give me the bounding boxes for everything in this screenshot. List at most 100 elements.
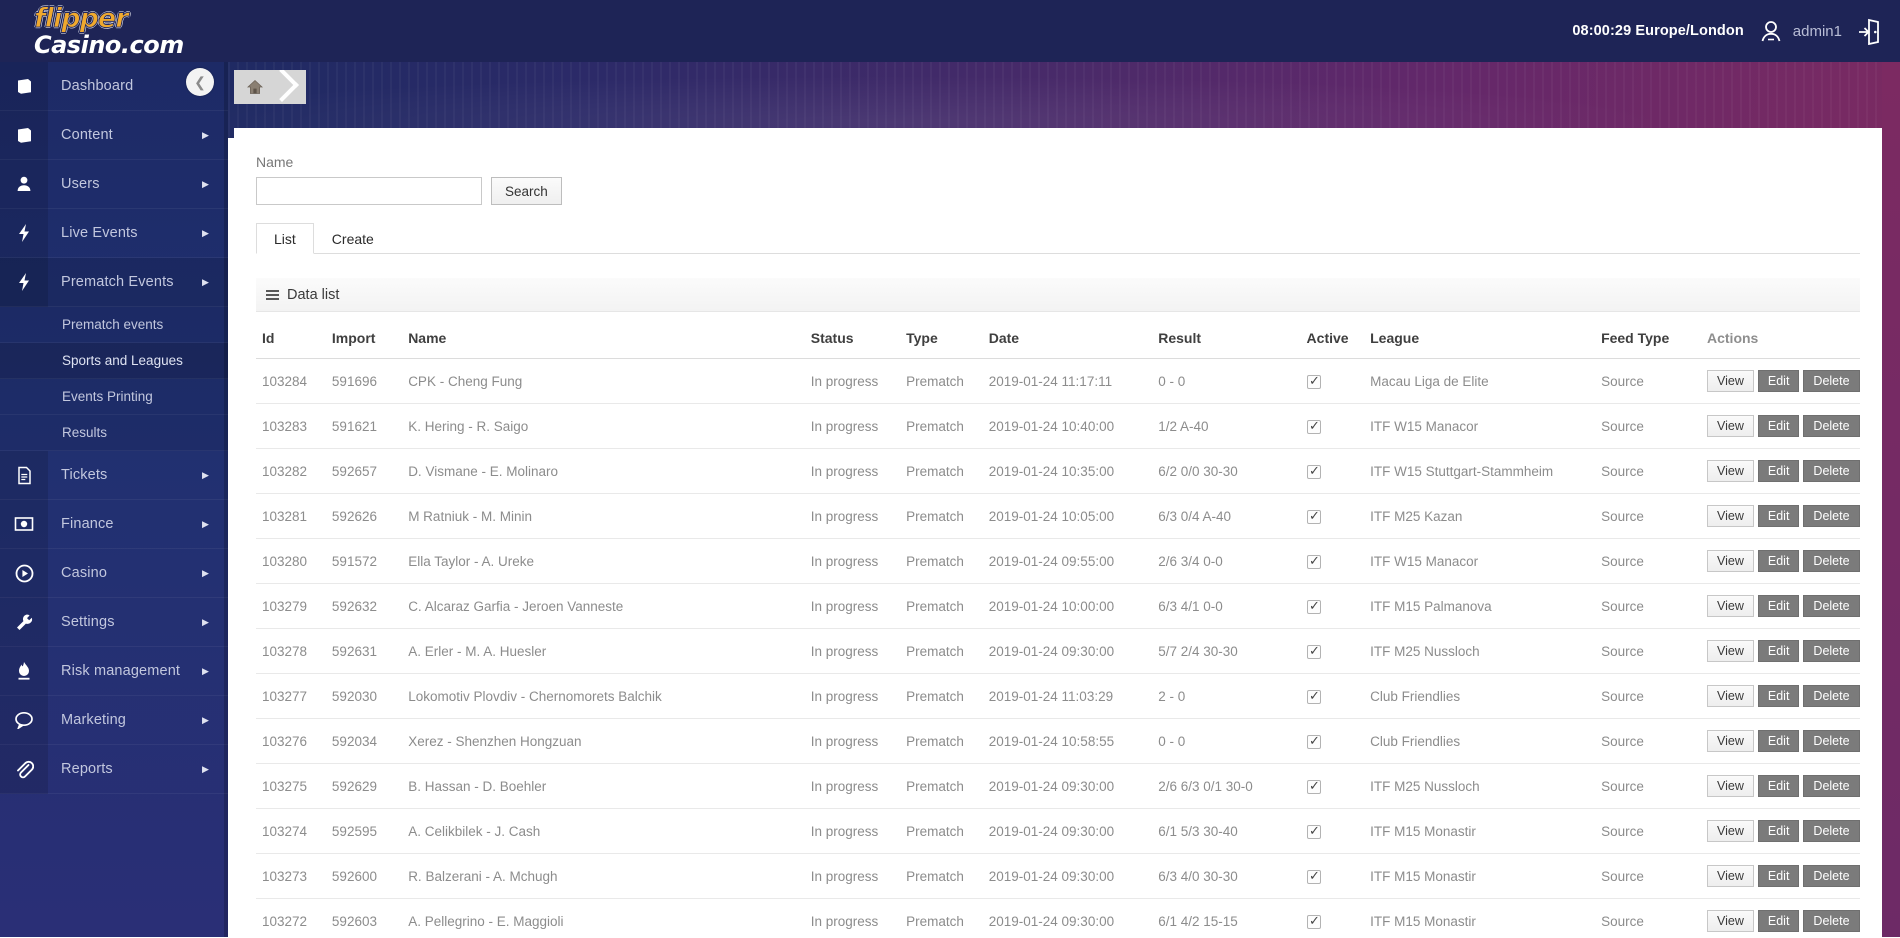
date-cell: 2019-01-24 09:30:00 xyxy=(983,899,1153,938)
view-button[interactable]: View xyxy=(1707,595,1754,617)
tab-create[interactable]: Create xyxy=(314,223,392,254)
search-input[interactable] xyxy=(256,177,482,205)
edit-button[interactable]: Edit xyxy=(1758,685,1800,707)
event-name-cell: Lokomotiv Plovdiv - Chernomorets Balchik xyxy=(402,674,805,719)
column-header-date[interactable]: Date xyxy=(983,322,1153,359)
tab-list[interactable]: List xyxy=(256,223,314,254)
edit-button[interactable]: Edit xyxy=(1758,370,1800,392)
column-header-league[interactable]: League xyxy=(1364,322,1595,359)
search-button[interactable]: Search xyxy=(491,177,562,205)
edit-button[interactable]: Edit xyxy=(1758,820,1800,842)
column-header-type[interactable]: Type xyxy=(900,322,983,359)
active-checkbox[interactable] xyxy=(1307,645,1321,659)
delete-button[interactable]: Delete xyxy=(1803,730,1859,752)
delete-button[interactable]: Delete xyxy=(1803,505,1859,527)
edit-button[interactable]: Edit xyxy=(1758,730,1800,752)
league-cell: ITF M25 Nussloch xyxy=(1364,764,1595,809)
sidebar-item-users[interactable]: Users ▶ xyxy=(0,160,228,209)
sidebar-subitem-events-printing[interactable]: Events Printing xyxy=(0,379,228,415)
column-header-feed-type[interactable]: Feed Type xyxy=(1595,322,1701,359)
view-button[interactable]: View xyxy=(1707,775,1754,797)
sidebar-item-prematch-events[interactable]: Prematch Events ▶ xyxy=(0,258,228,307)
date-cell: 2019-01-24 11:17:11 xyxy=(983,359,1153,404)
column-header-id[interactable]: Id xyxy=(256,322,326,359)
chevron-right-icon: ▶ xyxy=(202,277,228,288)
sidebar-item-live-events[interactable]: Live Events ▶ xyxy=(0,209,228,258)
sidebar-item-settings[interactable]: Settings ▶ xyxy=(0,598,228,647)
edit-button[interactable]: Edit xyxy=(1758,505,1800,527)
view-button[interactable]: View xyxy=(1707,865,1754,887)
active-checkbox[interactable] xyxy=(1307,375,1321,389)
column-header-result[interactable]: Result xyxy=(1152,322,1300,359)
view-button[interactable]: View xyxy=(1707,505,1754,527)
active-checkbox[interactable] xyxy=(1307,600,1321,614)
view-button[interactable]: View xyxy=(1707,910,1754,932)
edit-button[interactable]: Edit xyxy=(1758,550,1800,572)
active-checkbox[interactable] xyxy=(1307,780,1321,794)
chevron-right-icon: ▶ xyxy=(202,568,228,579)
active-checkbox[interactable] xyxy=(1307,510,1321,524)
view-button[interactable]: View xyxy=(1707,730,1754,752)
delete-button[interactable]: Delete xyxy=(1803,550,1859,572)
sidebar-item-content[interactable]: Content ▶ xyxy=(0,111,228,160)
delete-button[interactable]: Delete xyxy=(1803,910,1859,932)
view-button[interactable]: View xyxy=(1707,685,1754,707)
edit-button[interactable]: Edit xyxy=(1758,640,1800,662)
sidebar-item-finance[interactable]: Finance ▶ xyxy=(0,500,228,549)
view-button[interactable]: View xyxy=(1707,370,1754,392)
sidebar-subitem-prematch-events[interactable]: Prematch events xyxy=(0,307,228,343)
column-header-name[interactable]: Name xyxy=(402,322,805,359)
edit-button[interactable]: Edit xyxy=(1758,775,1800,797)
date-cell: 2019-01-24 09:30:00 xyxy=(983,809,1153,854)
view-button[interactable]: View xyxy=(1707,460,1754,482)
active-checkbox[interactable] xyxy=(1307,690,1321,704)
actions-cell: ViewEditDelete xyxy=(1701,584,1860,629)
edit-button[interactable]: Edit xyxy=(1758,595,1800,617)
delete-button[interactable]: Delete xyxy=(1803,370,1859,392)
user-menu[interactable]: admin1 xyxy=(1758,18,1842,44)
breadcrumb-home-button[interactable] xyxy=(234,70,276,104)
active-checkbox[interactable] xyxy=(1307,420,1321,434)
delete-button[interactable]: Delete xyxy=(1803,415,1859,437)
column-header-import[interactable]: Import xyxy=(326,322,402,359)
sidebar-collapse-button[interactable]: ❮ xyxy=(186,68,214,96)
sidebar-item-casino[interactable]: Casino ▶ xyxy=(0,549,228,598)
chat-icon xyxy=(0,696,48,745)
edit-button[interactable]: Edit xyxy=(1758,460,1800,482)
delete-button[interactable]: Delete xyxy=(1803,775,1859,797)
delete-button[interactable]: Delete xyxy=(1803,820,1859,842)
logout-door-icon[interactable] xyxy=(1856,17,1882,45)
active-checkbox[interactable] xyxy=(1307,465,1321,479)
delete-button[interactable]: Delete xyxy=(1803,595,1859,617)
active-checkbox[interactable] xyxy=(1307,870,1321,884)
sidebar-item-risk-management[interactable]: Risk management ▶ xyxy=(0,647,228,696)
bolt-icon xyxy=(0,258,48,307)
delete-button[interactable]: Delete xyxy=(1803,685,1859,707)
delete-button[interactable]: Delete xyxy=(1803,865,1859,887)
view-button[interactable]: View xyxy=(1707,550,1754,572)
active-checkbox[interactable] xyxy=(1307,555,1321,569)
sidebar-item-tickets[interactable]: Tickets ▶ xyxy=(0,451,228,500)
active-checkbox[interactable] xyxy=(1307,735,1321,749)
sidebar-item-reports[interactable]: Reports ▶ xyxy=(0,745,228,794)
edit-button[interactable]: Edit xyxy=(1758,865,1800,887)
table-row: 103278592631A. Erler - M. A. HueslerIn p… xyxy=(256,629,1860,674)
active-checkbox[interactable] xyxy=(1307,825,1321,839)
column-header-active[interactable]: Active xyxy=(1301,322,1365,359)
site-logo[interactable]: flipper Casino.com xyxy=(34,5,224,57)
view-button[interactable]: View xyxy=(1707,820,1754,842)
sidebar-subitem-results[interactable]: Results xyxy=(0,415,228,451)
sidebar-item-label: Prematch Events xyxy=(48,274,202,290)
delete-button[interactable]: Delete xyxy=(1803,640,1859,662)
sidebar-subitem-sports-and-leagues[interactable]: Sports and Leagues xyxy=(0,343,228,379)
active-checkbox[interactable] xyxy=(1307,915,1321,929)
delete-button[interactable]: Delete xyxy=(1803,460,1859,482)
event-name-cell: A. Erler - M. A. Huesler xyxy=(402,629,805,674)
active-checkbox-cell xyxy=(1301,719,1365,764)
view-button[interactable]: View xyxy=(1707,415,1754,437)
view-button[interactable]: View xyxy=(1707,640,1754,662)
edit-button[interactable]: Edit xyxy=(1758,910,1800,932)
sidebar-item-marketing[interactable]: Marketing ▶ xyxy=(0,696,228,745)
edit-button[interactable]: Edit xyxy=(1758,415,1800,437)
column-header-status[interactable]: Status xyxy=(805,322,900,359)
